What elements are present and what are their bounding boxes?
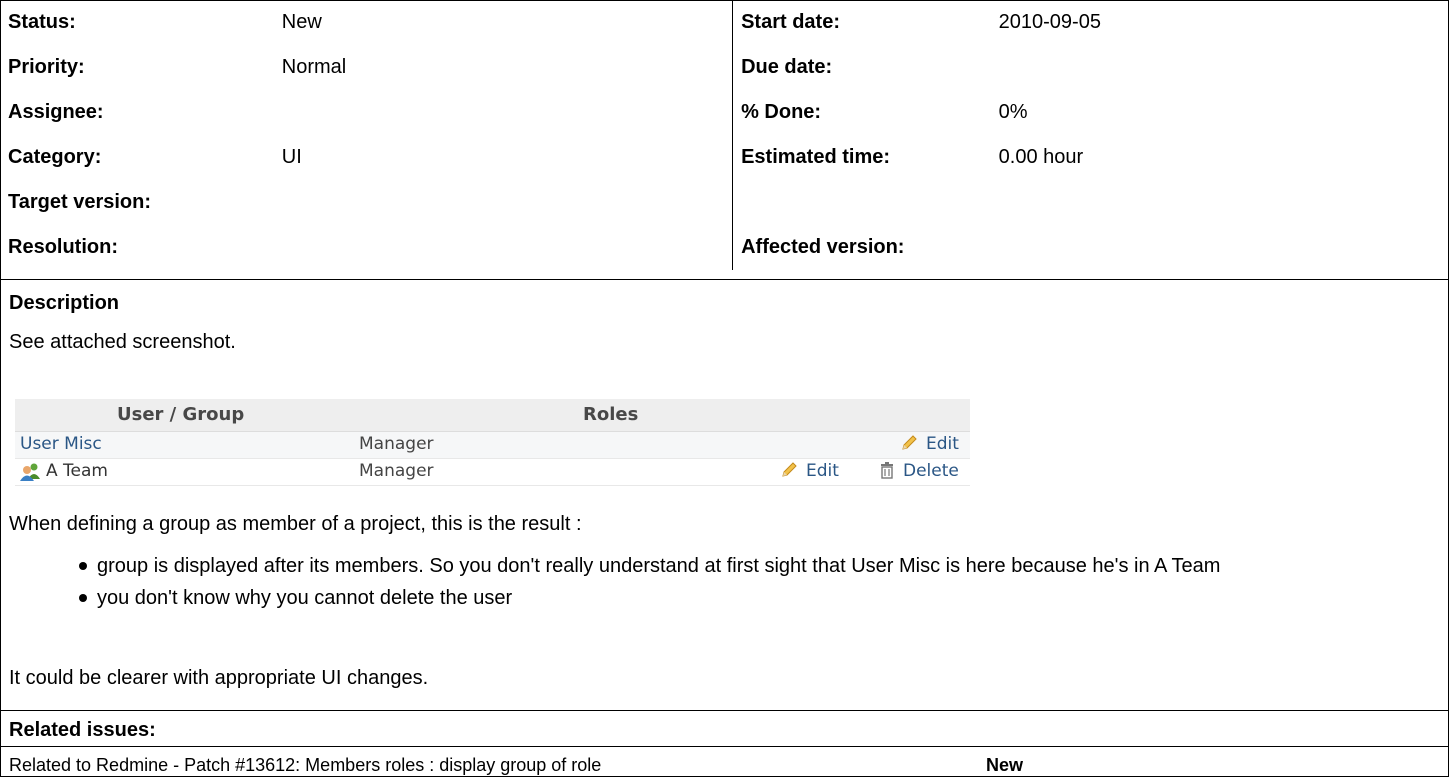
pencil-icon — [902, 435, 917, 450]
attached-screenshot: User / Group Roles User Misc Manager Edi… — [15, 399, 970, 486]
description-section: Description See attached screenshot. Use… — [0, 278, 1449, 711]
status-label: Status: — [8, 11, 76, 33]
due-date-label: Due date: — [741, 56, 833, 78]
edit-link[interactable]: Edit — [900, 434, 959, 454]
description-bullets: group is displayed after its members. So… — [1, 550, 1220, 614]
target-version-label: Target version: — [8, 191, 151, 213]
assignee-label: Assignee: — [8, 101, 104, 123]
trash-icon — [881, 462, 893, 479]
estimated-time-value: 0.00 hour — [998, 146, 1084, 168]
issue-attributes: Status: New Start date: 2010-09-05 Prior… — [0, 0, 1449, 270]
status-value: New — [273, 0, 734, 45]
list-item: group is displayed after its members. So… — [1, 550, 1220, 582]
category-label: Category: — [8, 146, 102, 168]
description-intro: See attached screenshot. — [9, 331, 236, 353]
group-icon — [20, 463, 40, 481]
member-name-link[interactable]: User Misc — [20, 434, 102, 454]
affected-version-value — [991, 225, 1449, 270]
assignee-value — [273, 90, 734, 135]
screenshot-table-header: User / Group Roles — [15, 399, 970, 432]
related-issues-title: Related issues: — [9, 719, 156, 741]
member-role: Manager — [359, 434, 434, 454]
member-name: A Team — [46, 461, 108, 481]
empty-label — [733, 180, 991, 225]
affected-version-label: Affected version: — [741, 236, 905, 258]
due-date-value — [991, 45, 1449, 90]
priority-value: Normal — [273, 45, 734, 90]
related-issues-section: Related issues: Related to Redmine - Pat… — [0, 710, 1449, 777]
issue-details: Status: New Start date: 2010-09-05 Prior… — [0, 0, 1449, 778]
member-role: Manager — [359, 461, 434, 481]
target-version-value — [273, 180, 734, 225]
done-ratio-label: % Done: — [741, 101, 822, 123]
edit-link[interactable]: Edit — [780, 461, 839, 481]
table-row: User Misc Manager Edit — [15, 432, 970, 459]
list-item: you don't know why you cannot delete the… — [1, 582, 1220, 614]
start-date-value: 2010-09-05 — [998, 11, 1101, 33]
related-issue-row: Related to Redmine - Patch #13612: Membe… — [1, 746, 1448, 777]
col-user-group: User / Group — [117, 404, 245, 425]
estimated-time-label: Estimated time: — [741, 146, 891, 168]
done-ratio-value: 0% — [998, 101, 1028, 123]
description-paragraph: When defining a group as member of a pro… — [9, 513, 582, 535]
related-issue-status: New — [986, 755, 1024, 775]
description-conclusion: It could be clearer with appropriate UI … — [9, 667, 429, 689]
col-roles: Roles — [583, 404, 639, 425]
resolution-label: Resolution: — [8, 236, 118, 258]
table-row: A Team Manager Edit Delete — [15, 459, 970, 486]
resolution-value — [273, 225, 734, 270]
pencil-icon — [782, 462, 797, 477]
empty-value — [991, 180, 1449, 225]
priority-label: Priority: — [8, 56, 85, 78]
description-title: Description — [9, 292, 120, 314]
related-issue-link[interactable]: Related to Redmine - Patch #13612: Membe… — [9, 755, 601, 776]
start-date-label: Start date: — [741, 11, 840, 33]
delete-link[interactable]: Delete — [879, 461, 959, 481]
category-value: UI — [273, 135, 734, 180]
